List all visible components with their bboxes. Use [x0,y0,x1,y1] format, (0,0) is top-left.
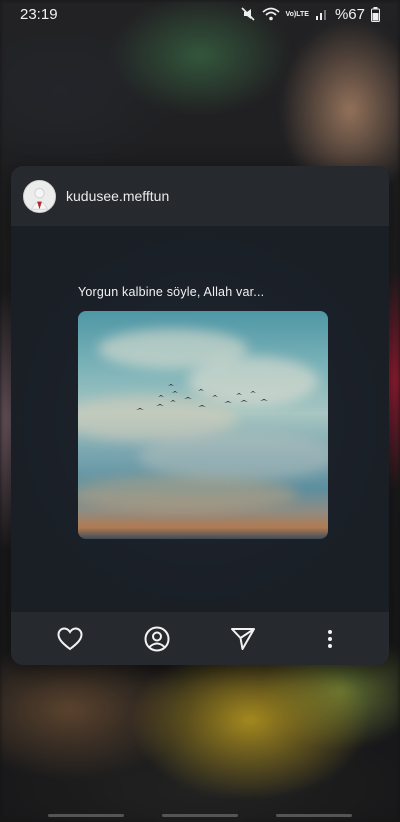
volte-icon: Vo) LTE [285,10,309,18]
navigation-bar [0,812,400,822]
like-button[interactable] [50,619,90,659]
battery-icon [371,6,380,22]
status-bar: 23:19 Vo) LTE %67 [0,0,400,28]
heart-icon [57,626,83,650]
post-preview-card: kudusee.mefftun Yorgun kalbine söyle, Al… [11,166,389,665]
post-caption: Yorgun kalbine söyle, Allah var... [78,285,265,299]
post-content: Yorgun kalbine söyle, Allah var... [11,226,389,612]
avatar[interactable] [23,179,56,213]
share-icon [231,627,256,650]
username[interactable]: kudusee.mefftun [66,188,169,204]
post-header: kudusee.mefftun [11,166,389,226]
profile-icon [144,626,170,651]
battery-percent: %67 [334,5,365,23]
more-icon [327,629,332,648]
view-profile-button[interactable] [137,619,177,659]
mute-icon [240,6,256,22]
more-options-button[interactable] [310,619,350,659]
share-button[interactable] [223,619,263,659]
status-time: 23:19 [20,5,58,23]
wifi-icon [261,7,280,21]
post-image [78,311,328,539]
signal-icon [315,7,329,21]
post-actions [11,612,389,665]
